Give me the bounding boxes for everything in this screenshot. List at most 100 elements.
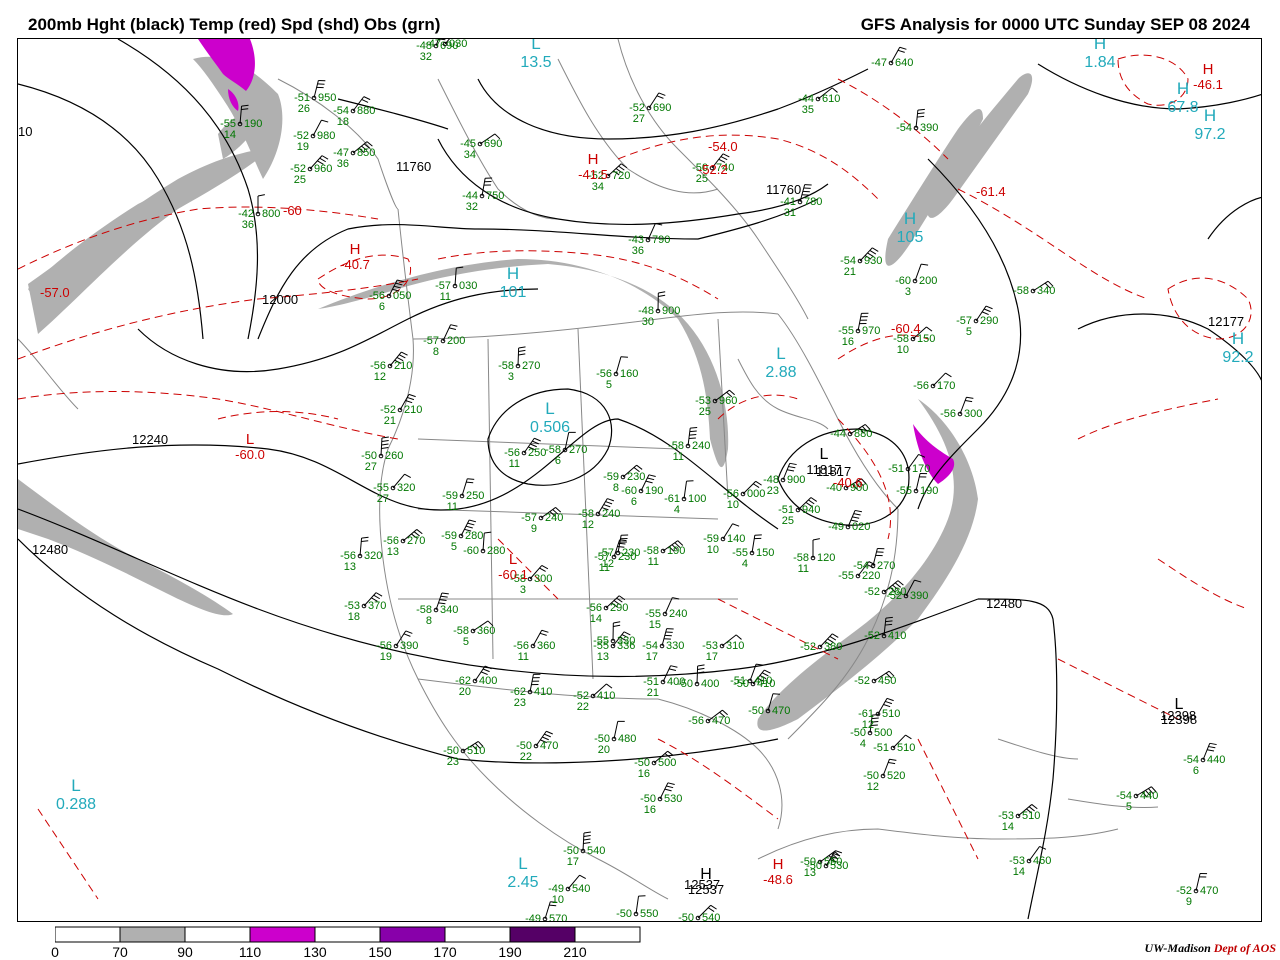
station-obs: -58 19011 [643, 545, 685, 568]
obs-dewpoint-depression: 14 [1002, 821, 1014, 833]
speed-center-high: H92.2 [1222, 329, 1253, 366]
obs-dewpoint-depression: 6 [379, 301, 385, 313]
obs-dewpoint-depression: 3 [508, 371, 514, 383]
obs-dewpoint-depression: 20 [459, 686, 471, 698]
wind-speed-colorbar [55, 926, 641, 943]
obs-height: 230 [627, 471, 645, 483]
center-letter: L [518, 854, 527, 873]
obs-dewpoint-depression: 12 [374, 371, 386, 383]
speed-shading [18, 56, 1033, 731]
obs-dewpoint-depression: 16 [644, 804, 656, 816]
obs-height: 950 [318, 92, 336, 104]
obs-height: 410 [888, 630, 906, 642]
obs-dewpoint-depression: 35 [802, 104, 814, 116]
height-center-high: H12537 [688, 866, 724, 897]
obs-height: 720 [612, 170, 630, 182]
credit-org: UW-Madison [1144, 941, 1211, 955]
obs-dewpoint-depression: 3 [905, 286, 911, 298]
obs-height: 240 [692, 440, 710, 452]
obs-temperature: -50 [677, 678, 693, 690]
obs-height: 300 [964, 408, 982, 420]
obs-dewpoint-depression: 11 [648, 556, 659, 568]
obs-height: 240 [602, 508, 620, 520]
obs-height: 410 [757, 678, 775, 690]
obs-height: 380 [824, 641, 842, 653]
obs-height: 640 [895, 57, 913, 69]
obs-temperature: -49 [525, 913, 541, 922]
obs-dewpoint-depression: 12 [582, 519, 594, 531]
temp-center-high: H-46.1 [1193, 61, 1223, 92]
center-value: -46.1 [1193, 77, 1223, 92]
obs-dewpoint-depression: 16 [842, 336, 854, 348]
obs-height: 750 [486, 190, 504, 202]
obs-dewpoint-depression: 21 [384, 415, 396, 427]
obs-temperature: -50 [616, 908, 632, 920]
obs-height: 790 [652, 234, 670, 246]
obs-height: 390 [400, 640, 418, 652]
speed-center-high: H97.2 [1194, 106, 1225, 143]
colorbar-tick-label: 70 [112, 944, 128, 960]
station-obs: -49 020 [828, 521, 870, 533]
station-obs: -58 12011 [793, 552, 835, 575]
obs-temperature: -51 [873, 742, 889, 754]
obs-dewpoint-depression: 11 [509, 458, 520, 470]
colorbar-tick-label: 210 [563, 944, 587, 960]
colorbar-tick-label: 110 [238, 944, 262, 960]
obs-dewpoint-depression: 27 [377, 493, 389, 505]
obs-dewpoint-depression: 26 [298, 103, 310, 115]
credit-dept: Dept of AOS [1213, 941, 1276, 955]
center-value: -60.0 [235, 447, 265, 462]
station-obs: -51 510 [873, 742, 915, 754]
obs-height: 190 [920, 485, 938, 497]
obs-dewpoint-depression: 13 [387, 546, 399, 558]
obs-dewpoint-depression: 23 [514, 697, 526, 709]
obs-dewpoint-depression: 36 [632, 245, 644, 257]
obs-height: 800 [262, 208, 280, 220]
obs-height: 960 [314, 163, 332, 175]
station-obs: -56 27013 [383, 535, 425, 558]
chart-title: 200mb Hght (black) Temp (red) Spd (shd) … [28, 15, 441, 34]
obs-height: 410 [597, 690, 615, 702]
station-obs: -52 380 [800, 641, 842, 653]
obs-dewpoint-depression: 4 [860, 738, 866, 750]
obs-dewpoint-depression: 25 [294, 174, 306, 186]
obs-dewpoint-depression: 14 [590, 613, 602, 625]
obs-dewpoint-depression: 6 [555, 455, 561, 467]
obs-height: 540 [702, 912, 720, 922]
obs-dewpoint-depression: 9 [531, 523, 537, 535]
speed-center-high: H1.84 [1084, 39, 1115, 71]
center-letter: L [776, 344, 785, 363]
obs-height: 100 [688, 493, 706, 505]
colorbar-tick-label: 0 [51, 944, 59, 960]
station-obs: -41 78031 [780, 196, 822, 219]
center-value: 105 [897, 229, 924, 246]
center-letter: L [71, 776, 80, 795]
obs-height: 190 [645, 485, 663, 497]
obs-dewpoint-depression: 17 [706, 651, 718, 663]
center-value: 67.8 [1167, 99, 1198, 116]
obs-dewpoint-depression: 11 [440, 291, 451, 303]
obs-height: 460 [1033, 855, 1051, 867]
obs-dewpoint-depression: 14 [1013, 866, 1025, 878]
center-value: 2.45 [507, 874, 538, 891]
speed-center-low: L2.45 [507, 854, 538, 891]
obs-height: 250 [528, 447, 546, 459]
colorbar-bin [184, 926, 251, 943]
obs-height: 510 [1022, 810, 1040, 822]
obs-dewpoint-depression: 32 [420, 51, 432, 63]
temperature-contour-label: -60.4 [891, 321, 921, 336]
center-letter: H [507, 264, 519, 283]
speed-center-low: L0.506 [530, 399, 570, 436]
obs-height: 270 [407, 535, 425, 547]
obs-dewpoint-depression: 13 [597, 651, 609, 663]
obs-height: 390 [910, 590, 928, 602]
station-obs: -50 550 [616, 908, 658, 920]
obs-height: 850 [357, 147, 375, 159]
obs-dewpoint-depression: 4 [674, 504, 680, 516]
station-obs: -53 37018 [344, 600, 386, 623]
station-obs: -50 400 [677, 678, 719, 690]
obs-height: 510 [882, 708, 900, 720]
obs-height: 200 [447, 335, 465, 347]
obs-temperature: -60 [463, 545, 479, 557]
center-value: -40.7 [340, 257, 370, 272]
